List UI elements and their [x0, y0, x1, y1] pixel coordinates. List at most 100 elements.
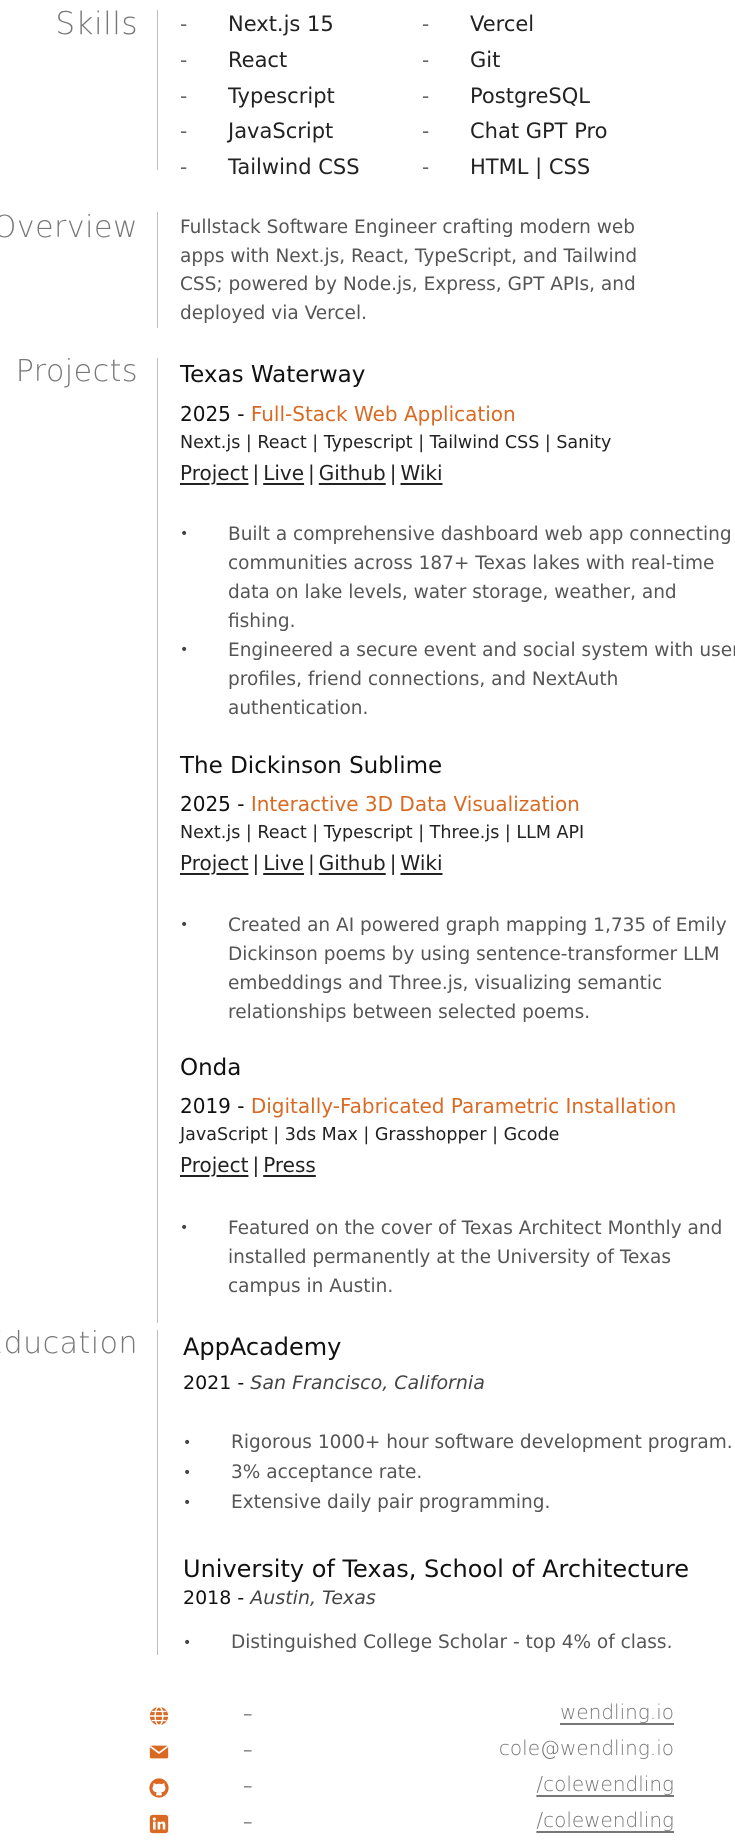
skill-item: Git — [470, 48, 501, 72]
project-link[interactable]: Project — [180, 851, 248, 875]
live-link[interactable]: Live — [263, 461, 304, 485]
bullet-icon: • — [180, 1220, 189, 1236]
project-tech-stack: Next.js | React | Typescript | Tailwind … — [180, 433, 612, 453]
skill-item: Tailwind CSS — [228, 155, 360, 179]
skill-item: React — [228, 48, 288, 72]
globe-icon[interactable] — [148, 1705, 170, 1727]
section-title-education: Education — [0, 1326, 138, 1361]
project-tech-stack: JavaScript | 3ds Max | Grasshopper | Gco… — [180, 1125, 560, 1145]
project-link[interactable]: Project — [180, 1153, 248, 1177]
section-divider — [157, 10, 158, 170]
education-bullet: • Rigorous 1000+ hour software developme… — [183, 1432, 733, 1453]
project-title: Onda — [180, 1055, 242, 1081]
bullet-text: Extensive daily pair programming. — [231, 1492, 551, 1513]
project-link[interactable]: Project — [180, 461, 248, 485]
contact-dash: – — [243, 1775, 253, 1797]
skill-dash: - — [180, 48, 188, 72]
year-separator: - — [230, 1094, 251, 1118]
overview-text: Fullstack Software Engineer crafting mod… — [180, 217, 638, 324]
project-bullet: • Featured on the cover of Texas Archite… — [180, 1214, 735, 1301]
bullet-icon: • — [183, 1635, 192, 1651]
linkedin-profile-link[interactable]: /colewendling — [536, 1808, 674, 1832]
skill-item: Typescript — [228, 84, 335, 108]
skill-item: Chat GPT Pro — [470, 119, 608, 143]
envelope-icon[interactable] — [148, 1741, 170, 1763]
year-separator: - — [230, 402, 251, 426]
bullet-icon: • — [180, 917, 189, 933]
section-divider — [157, 1330, 158, 1655]
github-link[interactable]: Github — [319, 851, 386, 875]
live-link[interactable]: Live — [263, 851, 304, 875]
project-year-line: 2025 - Full-Stack Web Application — [180, 402, 516, 426]
year-separator: - — [230, 792, 251, 816]
bullet-text: Distinguished College Scholar - top 4% o… — [231, 1632, 673, 1653]
bullet-text: Featured on the cover of Texas Architect… — [228, 1218, 723, 1297]
skill-item: PostgreSQL — [470, 84, 590, 108]
project-type: Interactive 3D Data Visualization — [250, 792, 580, 816]
education-bullet: • 3% acceptance rate. — [183, 1462, 423, 1483]
section-divider — [157, 358, 158, 1323]
bullet-text: Rigorous 1000+ hour software development… — [231, 1432, 733, 1453]
project-type: Digitally-Fabricated Parametric Installa… — [250, 1094, 677, 1118]
skill-dash: - — [422, 155, 430, 179]
education-place: Austin, Texas — [250, 1587, 376, 1609]
education-year: 2018 — [183, 1587, 232, 1609]
email-link[interactable]: cole@wendling.io — [499, 1736, 674, 1760]
skill-item: Next.js 15 — [228, 12, 334, 36]
year-separator: - — [231, 1587, 251, 1609]
contact-dash: – — [243, 1811, 253, 1833]
press-link[interactable]: Press — [263, 1153, 316, 1177]
bullet-text: Engineered a secure event and social sys… — [228, 640, 735, 719]
project-bullet: • Engineered a secure event and social s… — [180, 636, 735, 723]
education-school: University of Texas, School of Architect… — [183, 1555, 690, 1583]
project-year: 2025 — [180, 792, 231, 816]
wiki-link[interactable]: Wiki — [400, 461, 442, 485]
project-links: Project | Live | Github | Wiki — [180, 461, 443, 485]
skill-dash: - — [180, 12, 188, 36]
bullet-icon: • — [180, 642, 189, 658]
education-bullet: • Extensive daily pair programming. — [183, 1492, 551, 1513]
bullet-icon: • — [183, 1435, 192, 1451]
bullet-text: 3% acceptance rate. — [231, 1462, 423, 1483]
github-profile-link[interactable]: /colewendling — [536, 1772, 674, 1796]
education-place: San Francisco, California — [250, 1372, 485, 1394]
education-year: 2021 — [183, 1372, 232, 1394]
section-title-overview: Overview — [0, 210, 138, 245]
skill-dash: - — [180, 119, 188, 143]
education-bullet: • Distinguished College Scholar - top 4%… — [183, 1632, 673, 1653]
project-year-line: 2025 - Interactive 3D Data Visualization — [180, 792, 580, 816]
github-icon[interactable] — [148, 1777, 170, 1799]
bullet-text: Created an AI powered graph mapping 1,73… — [228, 915, 727, 1023]
project-year: 2019 — [180, 1094, 231, 1118]
wiki-link[interactable]: Wiki — [400, 851, 442, 875]
section-divider — [157, 212, 158, 328]
project-type: Full-Stack Web Application — [250, 402, 516, 426]
project-year: 2025 — [180, 402, 231, 426]
section-title-projects: Projects — [15, 354, 138, 389]
project-links: Project | Press — [180, 1153, 316, 1177]
contact-dash: – — [243, 1739, 253, 1761]
education-year-line: 2021 - San Francisco, California — [183, 1372, 485, 1394]
bullet-icon: • — [180, 526, 189, 542]
skill-item: HTML | CSS — [470, 155, 591, 179]
education-year-line: 2018 - Austin, Texas — [183, 1587, 376, 1609]
project-tech-stack: Next.js | React | Typescript | Three.js … — [180, 823, 585, 843]
skill-item: Vercel — [470, 12, 535, 36]
skill-dash: - — [180, 155, 188, 179]
bullet-icon: • — [183, 1465, 192, 1481]
skill-dash: - — [422, 12, 430, 36]
year-separator: - — [231, 1372, 251, 1394]
bullet-text: Built a comprehensive dashboard web app … — [228, 524, 732, 632]
education-school: AppAcademy — [183, 1333, 342, 1361]
project-bullet: • Built a comprehensive dashboard web ap… — [180, 520, 735, 636]
github-link[interactable]: Github — [319, 461, 386, 485]
project-title: The Dickinson Sublime — [180, 753, 443, 779]
skill-item: JavaScript — [228, 119, 334, 143]
skill-dash: - — [422, 48, 430, 72]
bullet-icon: • — [183, 1495, 192, 1511]
project-bullet: • Created an AI powered graph mapping 1,… — [180, 911, 735, 1027]
contact-dash: – — [243, 1703, 253, 1725]
website-link[interactable]: wendling.io — [560, 1700, 674, 1724]
section-title-skills: Skills — [55, 6, 138, 42]
linkedin-icon[interactable] — [148, 1813, 170, 1835]
